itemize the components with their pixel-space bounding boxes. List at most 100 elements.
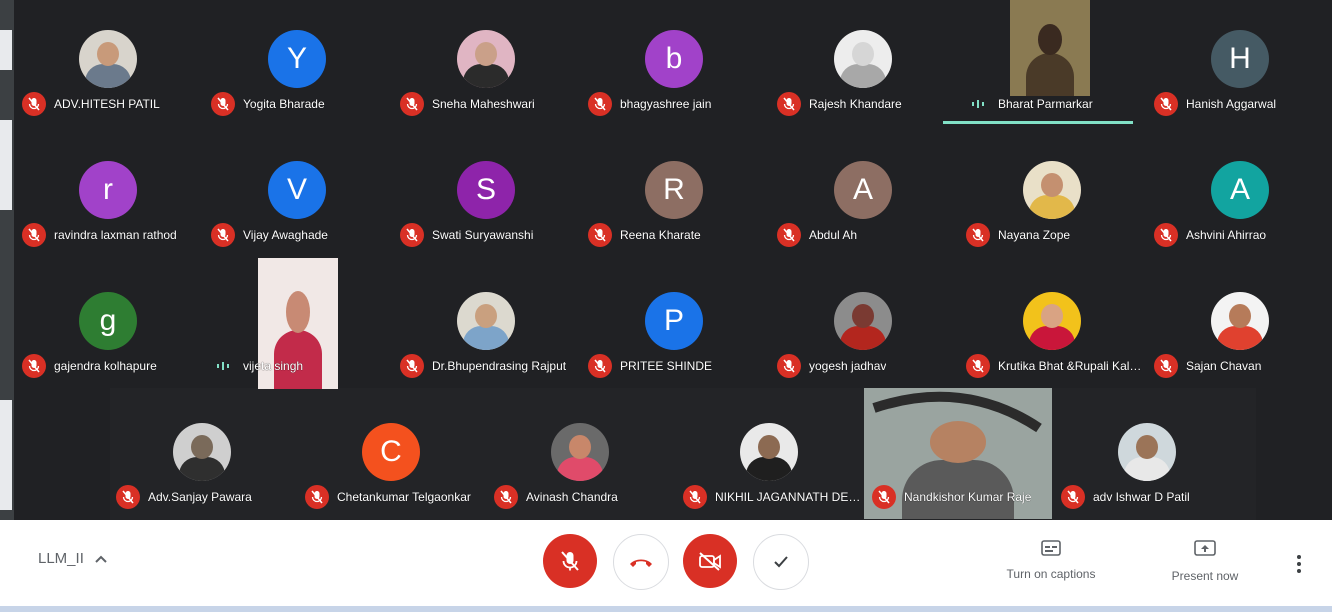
participant-tile[interactable]: g gajendra kolhapure	[14, 262, 202, 393]
participant-name-row: Bharat Parmarkar	[966, 92, 1093, 116]
participant-tile[interactable]: Avinash Chandra	[486, 393, 674, 524]
participant-name: ravindra laxman rathod	[54, 228, 177, 242]
mic-muted-icon	[777, 354, 801, 378]
participant-initial-avatar: Y	[268, 30, 326, 88]
mic-muted-icon	[22, 223, 46, 247]
avatar-face	[1136, 435, 1158, 459]
participant-initial-avatar: A	[1211, 161, 1269, 219]
mic-muted-icon	[400, 92, 424, 116]
participant-tile[interactable]: Sneha Maheshwari	[392, 0, 580, 131]
participant-name: Vijay Awaghade	[243, 228, 328, 242]
participant-photo-avatar	[173, 423, 231, 481]
participant-name-row: Krutika Bhat &Rupali Kalamkar	[966, 354, 1148, 378]
participant-tile[interactable]: H Hanish Aggarwal	[1146, 0, 1332, 131]
avatar-face	[852, 304, 874, 328]
participant-name-row: Reena Kharate	[588, 223, 701, 247]
participant-name-row: Avinash Chandra	[494, 485, 618, 509]
participant-tile[interactable]: A Abdul Ah	[769, 131, 957, 262]
participant-tile[interactable]: S Swati Suryawanshi	[392, 131, 580, 262]
hang-up-icon	[630, 559, 652, 567]
participant-initial-avatar: C	[362, 423, 420, 481]
participant-tile[interactable]: R Reena Kharate	[580, 131, 768, 262]
participant-name: Nandkishor Kumar Raje	[904, 490, 1032, 504]
video-person-face	[1038, 24, 1062, 55]
avatar-face	[758, 435, 780, 459]
avatar-body	[557, 457, 603, 481]
participant-tile[interactable]: b bhagyashree jain	[580, 0, 768, 131]
participant-tile[interactable]: ADV.HITESH PATIL	[14, 0, 202, 131]
present-now-button[interactable]: Present now	[1160, 540, 1250, 583]
participant-tile[interactable]: Nayana Zope	[958, 131, 1146, 262]
participant-name: NIKHIL JAGANNATH DESHMUKH	[715, 490, 865, 504]
participant-tile[interactable]: yogesh jadhav	[769, 262, 957, 393]
video-person-face	[286, 290, 310, 333]
participant-name-row: yogesh jadhav	[777, 354, 886, 378]
avatar-body	[746, 457, 792, 481]
mic-muted-icon	[1154, 223, 1178, 247]
meeting-toolbar: LLM_II Turn on captions Present now	[0, 520, 1332, 612]
more-vert-icon	[1297, 555, 1301, 573]
meeting-name: LLM_II	[38, 550, 84, 567]
mic-muted-icon	[400, 223, 424, 247]
participant-name-row: Chetankumar Telgaonkar	[305, 485, 471, 509]
participant-name: Dr.Bhupendrasing Rajput	[432, 359, 567, 373]
meeting-details-toggle[interactable]: LLM_II	[38, 550, 108, 567]
mic-muted-icon	[400, 354, 424, 378]
participant-tile[interactable]: adv Ishwar D Patil	[1053, 393, 1241, 524]
more-options-button[interactable]	[1296, 554, 1302, 579]
participant-tile[interactable]: C Chetankumar Telgaonkar	[297, 393, 485, 524]
participant-name: adv Ishwar D Patil	[1093, 490, 1190, 504]
participant-tile[interactable]: Bharat Parmarkar	[958, 0, 1146, 131]
participant-name-row: Swati Suryawanshi	[400, 223, 533, 247]
speaking-indicator-icon	[211, 354, 235, 378]
participant-tile[interactable]: NIKHIL JAGANNATH DESHMUKH	[675, 393, 865, 524]
participant-initial-avatar: R	[645, 161, 703, 219]
participant-tile[interactable]: V Vijay Awaghade	[203, 131, 391, 262]
participant-photo-avatar	[1023, 161, 1081, 219]
participant-tile[interactable]: Krutika Bhat &Rupali Kalamkar	[958, 262, 1148, 393]
avatar-face	[1041, 304, 1063, 328]
avatar-body	[463, 64, 509, 88]
participant-name-row: ADV.HITESH PATIL	[22, 92, 160, 116]
participant-tile[interactable]: P PRITEE SHINDE	[580, 262, 768, 393]
avatar-face	[475, 42, 497, 66]
participant-name-row: Adv.Sanjay Pawara	[116, 485, 252, 509]
participant-tile[interactable]: A Ashvini Ahirrao	[1146, 131, 1332, 262]
participant-initial-avatar: P	[645, 292, 703, 350]
mic-muted-icon	[305, 485, 329, 509]
participant-tile[interactable]: Nandkishor Kumar Raje	[864, 388, 1052, 524]
mic-off-icon	[561, 551, 579, 571]
avatar-body	[179, 457, 225, 481]
participant-tile[interactable]: vijeta singh	[203, 258, 391, 393]
captions-button[interactable]: Turn on captions	[995, 540, 1107, 581]
camera-toggle-button[interactable]	[683, 534, 737, 588]
participant-tile[interactable]: Adv.Sanjay Pawara	[108, 393, 296, 524]
mic-muted-icon	[1154, 92, 1178, 116]
participant-video-feed	[1010, 0, 1090, 96]
avatar-face	[569, 435, 591, 459]
leave-call-button[interactable]	[613, 534, 669, 590]
participant-name: Hanish Aggarwal	[1186, 97, 1277, 111]
participant-name-row: PRITEE SHINDE	[588, 354, 712, 378]
participant-photo-avatar	[551, 423, 609, 481]
participant-name-row: Ashvini Ahirrao	[1154, 223, 1266, 247]
confirm-button[interactable]	[753, 534, 809, 590]
participant-name-row: Sneha Maheshwari	[400, 92, 535, 116]
avatar-body	[1124, 457, 1170, 481]
microphone-toggle-button[interactable]	[543, 534, 597, 588]
participant-tile[interactable]: Sajan Chavan	[1146, 262, 1332, 393]
participant-name: gajendra kolhapure	[54, 359, 157, 373]
present-screen-icon	[1194, 540, 1216, 556]
participant-name: PRITEE SHINDE	[620, 359, 713, 373]
participant-tile[interactable]: Y Yogita Bharade	[203, 0, 391, 131]
avatar-face	[852, 42, 874, 66]
mic-muted-icon	[588, 92, 612, 116]
avatar-body	[840, 64, 886, 88]
participant-name: Rajesh Khandare	[809, 97, 902, 111]
participant-name-row: Nayana Zope	[966, 223, 1070, 247]
participant-tile[interactable]: r ravindra laxman rathod	[14, 131, 202, 262]
participant-name: Ashvini Ahirrao	[1186, 228, 1267, 242]
participant-name-row: NIKHIL JAGANNATH DESHMUKH	[683, 485, 865, 509]
participant-tile[interactable]: Dr.Bhupendrasing Rajput	[392, 262, 580, 393]
participant-tile[interactable]: Rajesh Khandare	[769, 0, 957, 131]
